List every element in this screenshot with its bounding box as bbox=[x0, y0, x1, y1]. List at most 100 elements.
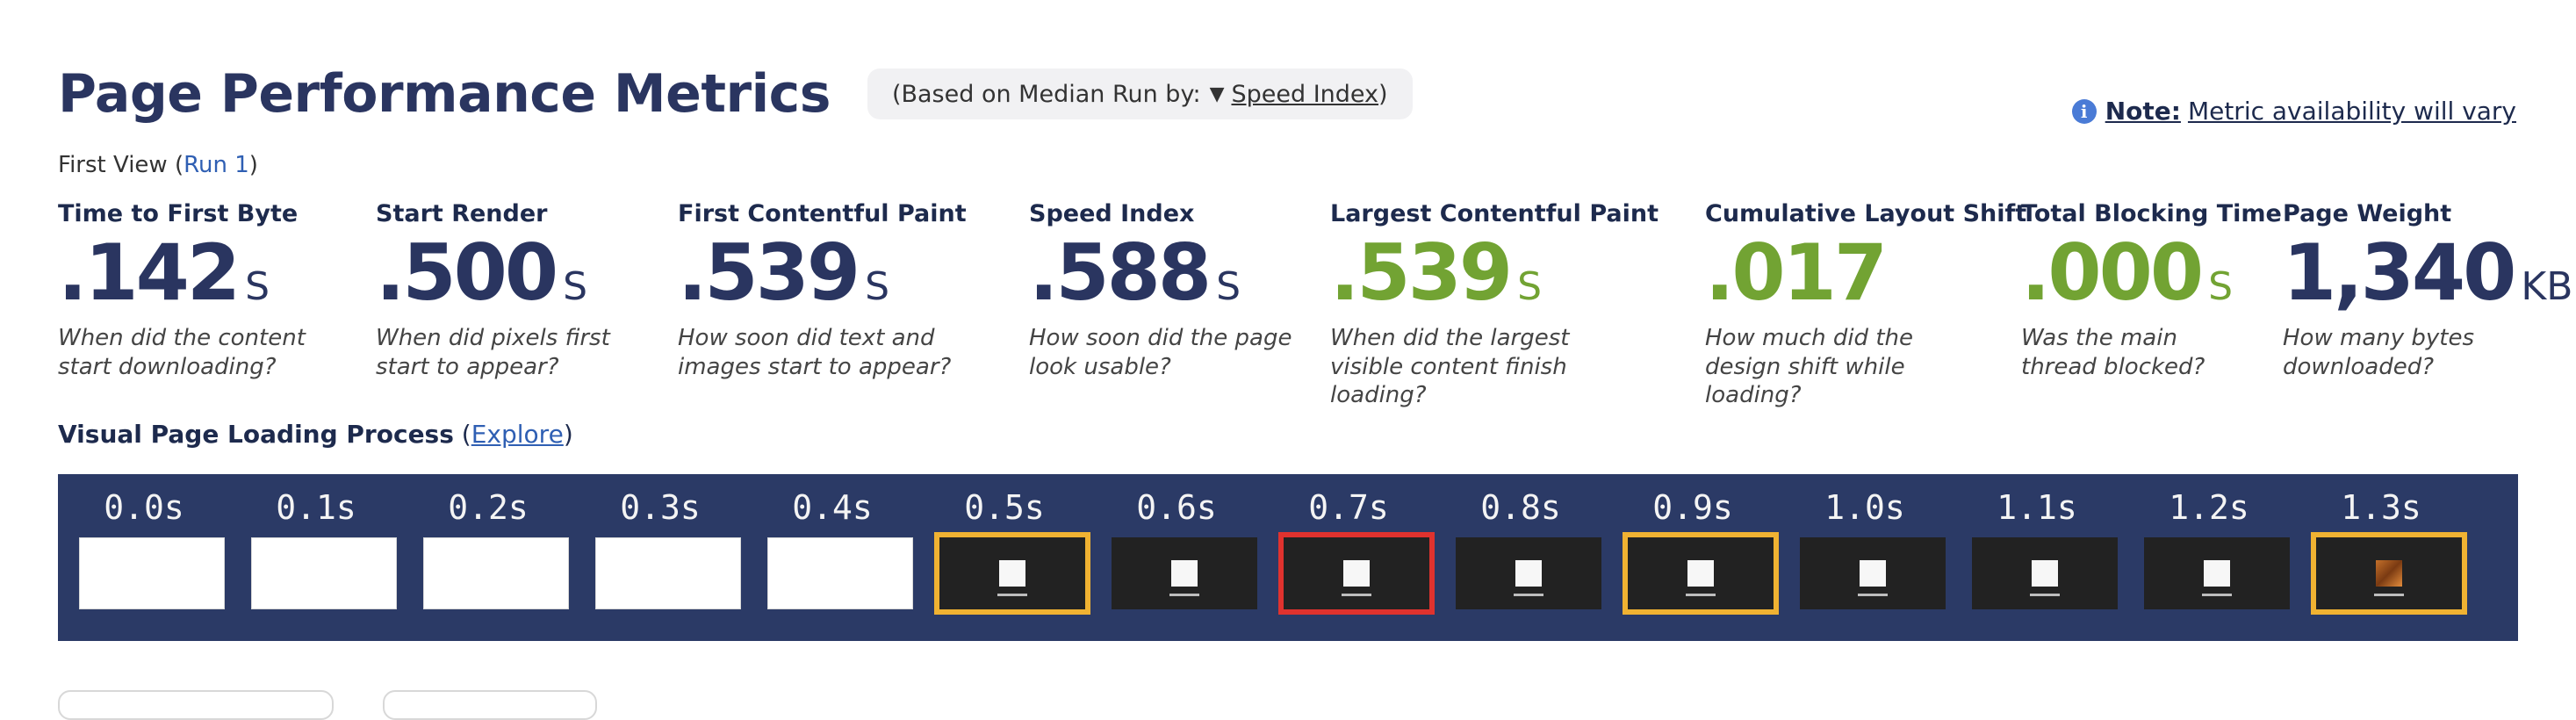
thumbnail-text-line bbox=[1342, 594, 1371, 596]
thumbnail-header-bar bbox=[1800, 543, 1946, 546]
frame-thumbnail[interactable] bbox=[1456, 537, 1601, 609]
visual-loading-title: Visual Page Loading Process bbox=[58, 420, 454, 449]
frame-time: 0.6s bbox=[1136, 488, 1217, 527]
thumbnail-text-line bbox=[1514, 594, 1543, 596]
frame-time: 1.0s bbox=[1824, 488, 1905, 527]
thumbnail-text-line bbox=[2202, 594, 2232, 596]
filmstrip-frame[interactable]: 0.3s bbox=[574, 474, 746, 641]
frame-thumbnail[interactable] bbox=[1623, 532, 1779, 615]
frame-time: 0.1s bbox=[276, 488, 356, 527]
frame-time: 0.3s bbox=[620, 488, 701, 527]
median-prefix: (Based on Median Run by: bbox=[891, 80, 1201, 108]
thumbnail-header-bar bbox=[2144, 543, 2290, 546]
filmstrip-frame[interactable]: 0.9s bbox=[1607, 474, 1779, 641]
filmstrip-frame[interactable]: 0.8s bbox=[1435, 474, 1607, 641]
frame-time: 0.2s bbox=[448, 488, 529, 527]
metric-unit: S bbox=[2208, 264, 2234, 309]
metric-label: Cumulative Layout Shift bbox=[1705, 200, 2027, 227]
thumbnail-header-bar bbox=[2316, 543, 2462, 546]
thumbnail-header-bar bbox=[939, 543, 1085, 546]
bottom-tab-pill[interactable] bbox=[58, 690, 334, 720]
frame-thumbnail[interactable] bbox=[934, 532, 1090, 615]
frame-thumbnail[interactable] bbox=[1800, 537, 1946, 609]
metric-value: .500 bbox=[376, 227, 558, 318]
thumbnail-placeholder bbox=[2204, 560, 2230, 587]
metric-speed-index: Speed Index .588 S How soon did the page … bbox=[1029, 200, 1292, 381]
metric-description: How soon did text and images start to ap… bbox=[678, 325, 952, 380]
filmstrip-frame[interactable]: 0.1s bbox=[230, 474, 402, 641]
run-1-link[interactable]: Run 1 bbox=[183, 152, 249, 178]
thumbnail-placeholder bbox=[1687, 560, 1714, 587]
thumbnail-header-bar bbox=[1456, 543, 1601, 546]
filmstrip-frame[interactable]: 1.1s bbox=[1951, 474, 2123, 641]
frame-time: 1.3s bbox=[2341, 488, 2421, 527]
frame-time: 0.7s bbox=[1308, 488, 1389, 527]
metric-value: .000 bbox=[2021, 227, 2204, 318]
filmstrip-frame[interactable]: 0.0s bbox=[58, 474, 230, 641]
filmstrip-frame[interactable]: 0.2s bbox=[402, 474, 574, 641]
header: Page Performance Metrics (Based on Media… bbox=[58, 63, 1413, 125]
frame-time: 0.0s bbox=[104, 488, 184, 527]
note-text: Metric availability will vary bbox=[2187, 97, 2516, 126]
filmstrip-frame[interactable]: 0.5s bbox=[918, 474, 1090, 641]
metric-label: Total Blocking Time bbox=[2021, 200, 2282, 227]
frame-time: 0.5s bbox=[964, 488, 1045, 527]
frame-time: 1.1s bbox=[1997, 488, 2077, 527]
frame-thumbnail[interactable] bbox=[595, 537, 741, 609]
first-view-prefix: First View ( bbox=[58, 152, 184, 178]
frame-thumbnail[interactable] bbox=[2311, 532, 2467, 615]
metric-fcp: First Contentful Paint .539 S How soon di… bbox=[678, 200, 1003, 381]
metric-unit: KB bbox=[2521, 264, 2573, 309]
note-label: Note: bbox=[2105, 97, 2181, 126]
frame-thumbnail[interactable] bbox=[1972, 537, 2118, 609]
first-view-suffix: ) bbox=[248, 152, 258, 178]
metric-description: When did the largest visible content fin… bbox=[1330, 325, 1570, 408]
filmstrip-frame[interactable]: 1.3s bbox=[2295, 474, 2467, 641]
metric-description: When did the content start downloading? bbox=[58, 325, 306, 380]
metric-label: Largest Contentful Paint bbox=[1330, 200, 1659, 227]
explore-link[interactable]: Explore bbox=[471, 420, 564, 449]
metric-value: .539 bbox=[1330, 227, 1513, 318]
filmstrip-frame[interactable]: 0.7s bbox=[1263, 474, 1435, 641]
thumbnail-header-bar bbox=[1628, 543, 1774, 546]
frame-thumbnail[interactable] bbox=[2144, 537, 2290, 609]
frame-time: 0.9s bbox=[1652, 488, 1733, 527]
metric-ttfb: Time to First Byte .142 S When did the co… bbox=[58, 200, 356, 381]
thumbnail-placeholder bbox=[2032, 560, 2058, 587]
filmstrip-frame[interactable]: 0.6s bbox=[1090, 474, 1263, 641]
frame-thumbnail[interactable] bbox=[251, 537, 397, 609]
metric-start-render: Start Render .500 S When did pixels first… bbox=[376, 200, 639, 381]
metric-value: .588 bbox=[1029, 227, 1212, 318]
median-metric-link[interactable]: Speed Index bbox=[1231, 81, 1378, 108]
thumbnail-text-line bbox=[2030, 594, 2060, 596]
frame-thumbnail[interactable] bbox=[423, 537, 569, 609]
thumbnail-header-bar bbox=[1112, 543, 1257, 546]
frame-time: 1.2s bbox=[2169, 488, 2249, 527]
frame-thumbnail[interactable] bbox=[79, 537, 225, 609]
frame-time: 0.4s bbox=[792, 488, 873, 527]
thumbnail-text-line bbox=[1169, 594, 1199, 596]
metric-description: How many bytes downloaded? bbox=[2283, 325, 2475, 380]
thumbnail-placeholder bbox=[1343, 560, 1370, 587]
thumbnail-text-line bbox=[1858, 594, 1888, 596]
thumbnail-placeholder bbox=[1860, 560, 1886, 587]
median-suffix: ) bbox=[1378, 80, 1388, 108]
frame-thumbnail[interactable] bbox=[1278, 532, 1435, 615]
metric-note[interactable]: i Note: Metric availability will vary bbox=[2071, 97, 2516, 126]
metric-unit: S bbox=[1517, 264, 1543, 309]
filmstrip: 0.0s 0.1s 0.2s 0.3s 0.4s 0.5s 0.6s 0.7s 0.8s 0.9s… bbox=[58, 474, 2518, 641]
frame-thumbnail[interactable] bbox=[1112, 537, 1257, 609]
filmstrip-frame[interactable]: 0.4s bbox=[746, 474, 918, 641]
metric-unit: S bbox=[1216, 264, 1241, 309]
thumbnail-text-line bbox=[997, 594, 1027, 596]
filmstrip-frame[interactable]: 1.2s bbox=[2123, 474, 2295, 641]
metric-lcp: Largest Contentful Paint .539 S When did … bbox=[1330, 200, 1659, 410]
metric-description: How much did the design shift while load… bbox=[1705, 325, 1913, 408]
median-run-selector[interactable]: (Based on Median Run by: ▼ Speed Index ) bbox=[867, 68, 1413, 119]
metric-label: First Contentful Paint bbox=[678, 200, 967, 227]
thumbnail-text-line bbox=[1686, 594, 1716, 596]
frame-thumbnail[interactable] bbox=[767, 537, 913, 609]
metric-description: Was the main thread blocked? bbox=[2021, 325, 2205, 380]
filmstrip-frame[interactable]: 1.0s bbox=[1779, 474, 1951, 641]
bottom-tab-pill[interactable] bbox=[383, 690, 597, 720]
